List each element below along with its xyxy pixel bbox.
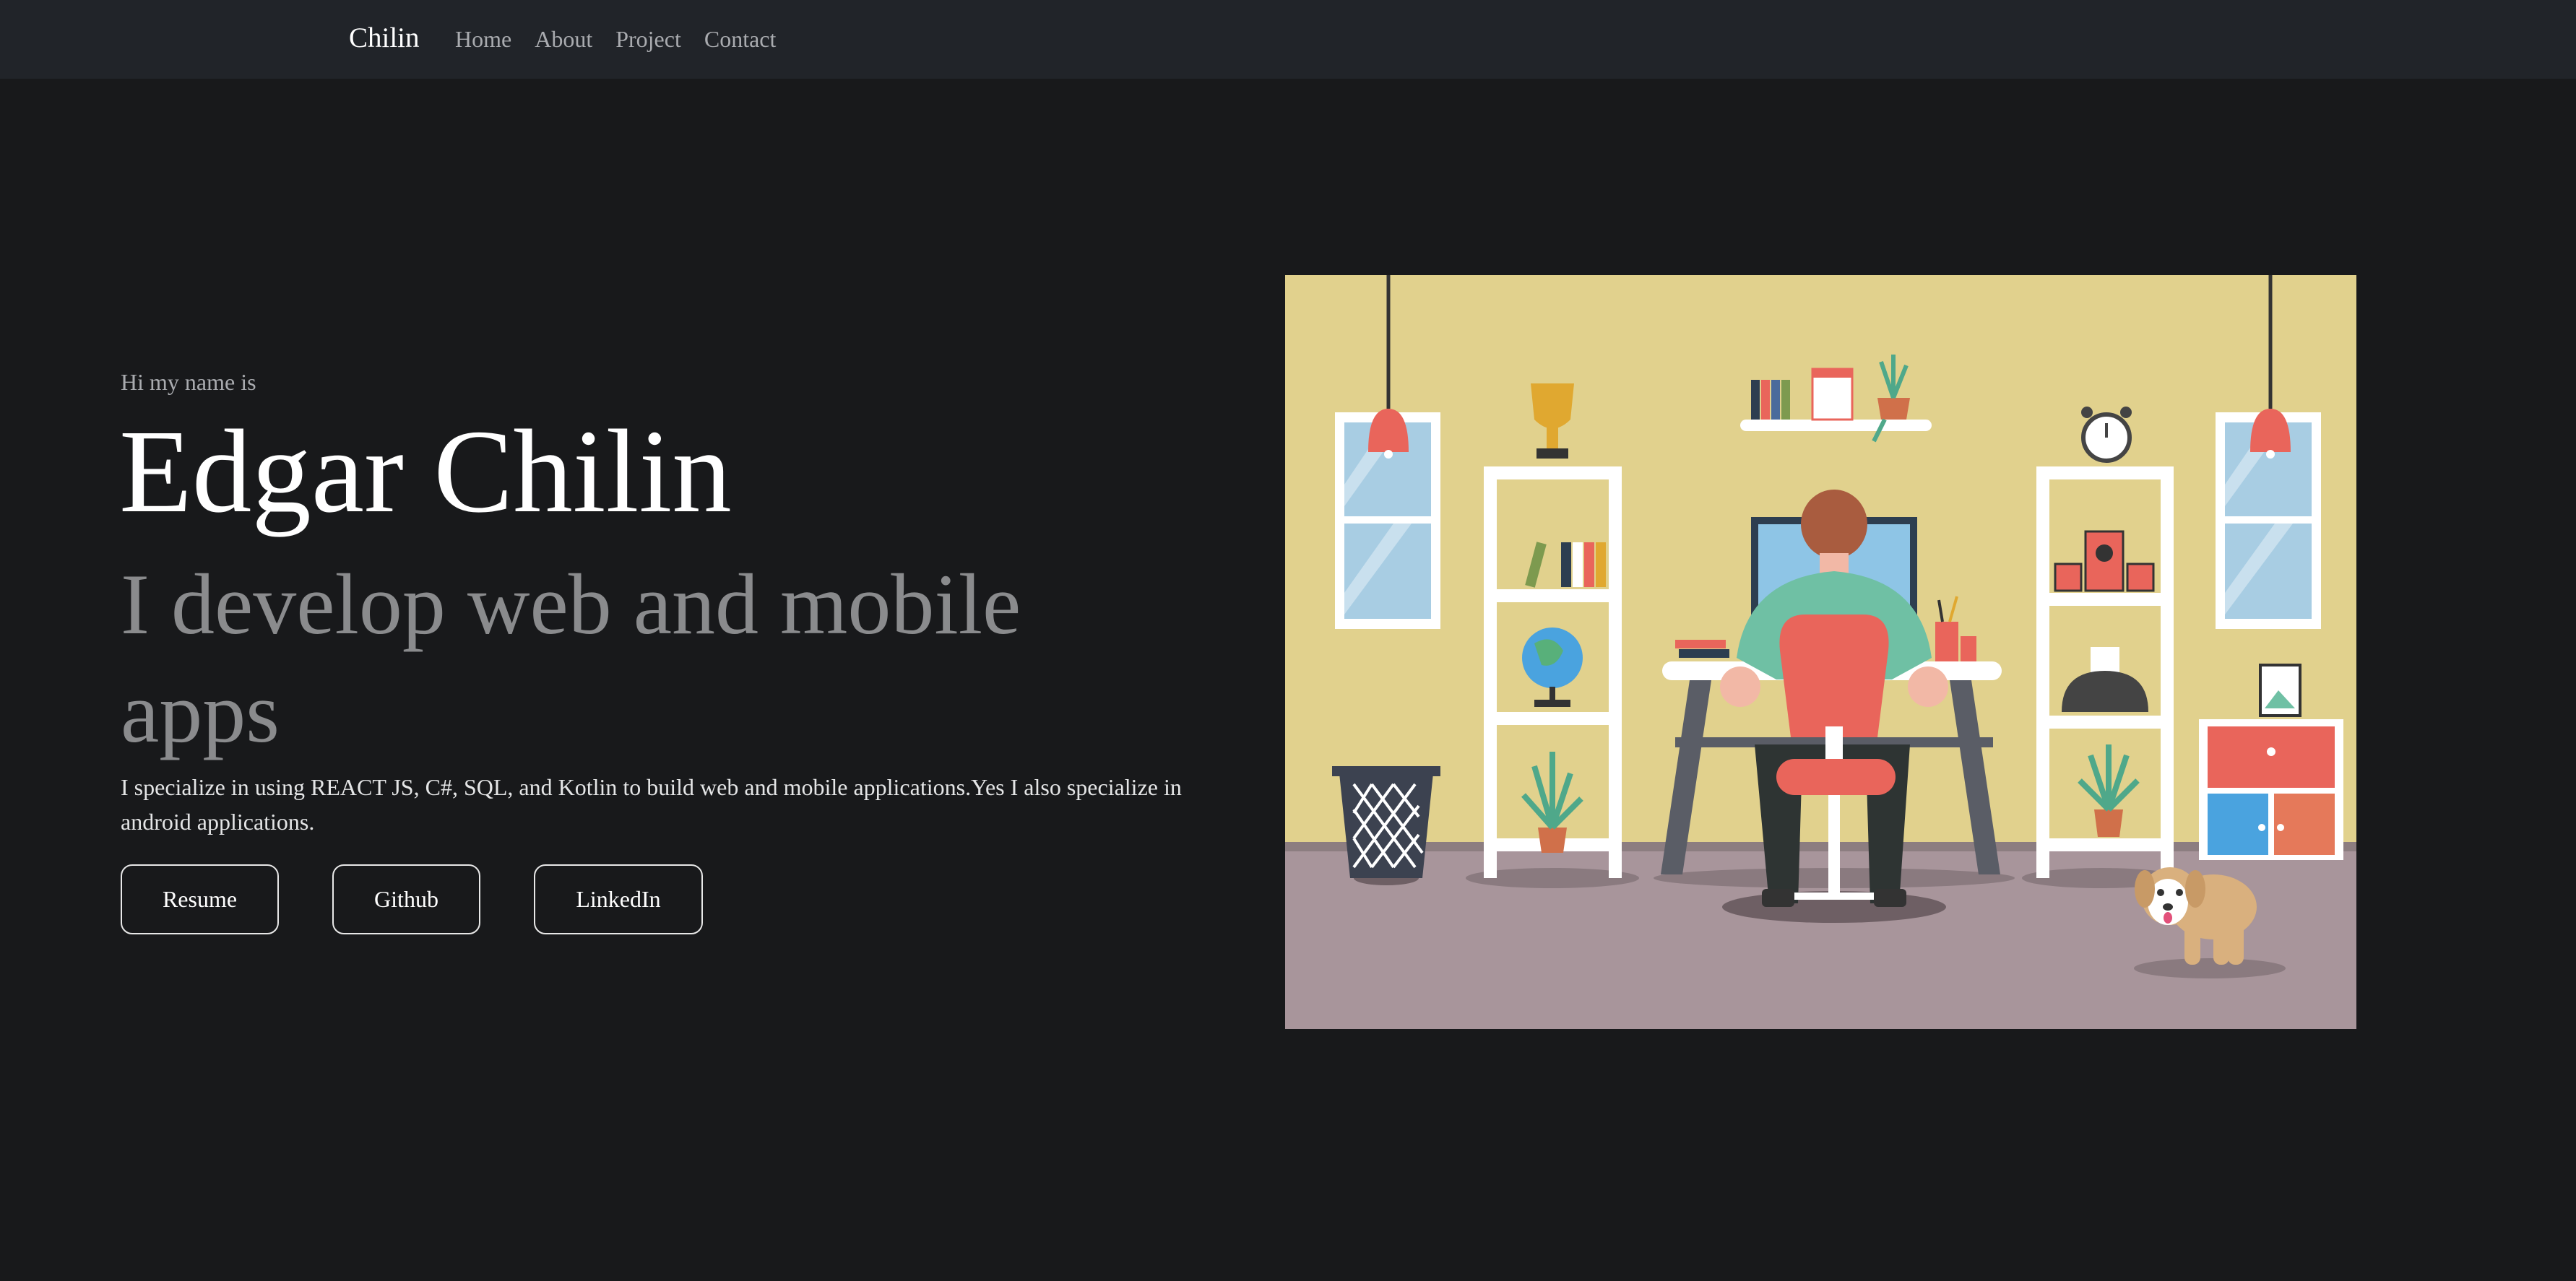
hero-description: I specialize in using REACT JS, C#, SQL,… bbox=[121, 774, 1182, 835]
hero-greeting: Hi my name is bbox=[121, 369, 256, 395]
nav-link-about[interactable]: About bbox=[535, 22, 592, 56]
resume-button[interactable]: Resume bbox=[121, 864, 279, 934]
alarm-clock bbox=[2081, 407, 2132, 463]
hero-tagline: I develop web and mobile apps bbox=[121, 556, 1021, 760]
nav-link-contact[interactable]: Contact bbox=[704, 22, 777, 56]
developer-workspace-illustration bbox=[1285, 275, 2356, 1029]
github-button[interactable]: Github bbox=[332, 864, 480, 934]
linkedin-button[interactable]: LinkedIn bbox=[534, 864, 703, 934]
brand-logo-text[interactable]: Chilin bbox=[349, 19, 420, 58]
nav-link-project[interactable]: Project bbox=[615, 22, 681, 56]
baseboard bbox=[1285, 842, 2356, 853]
hero-name: Edgar Chilin bbox=[119, 405, 732, 537]
nav-link-home[interactable]: Home bbox=[455, 22, 511, 56]
nav-links: Home About Project Contact bbox=[455, 22, 799, 56]
top-navbar: Chilin Home About Project Contact bbox=[0, 0, 2576, 79]
